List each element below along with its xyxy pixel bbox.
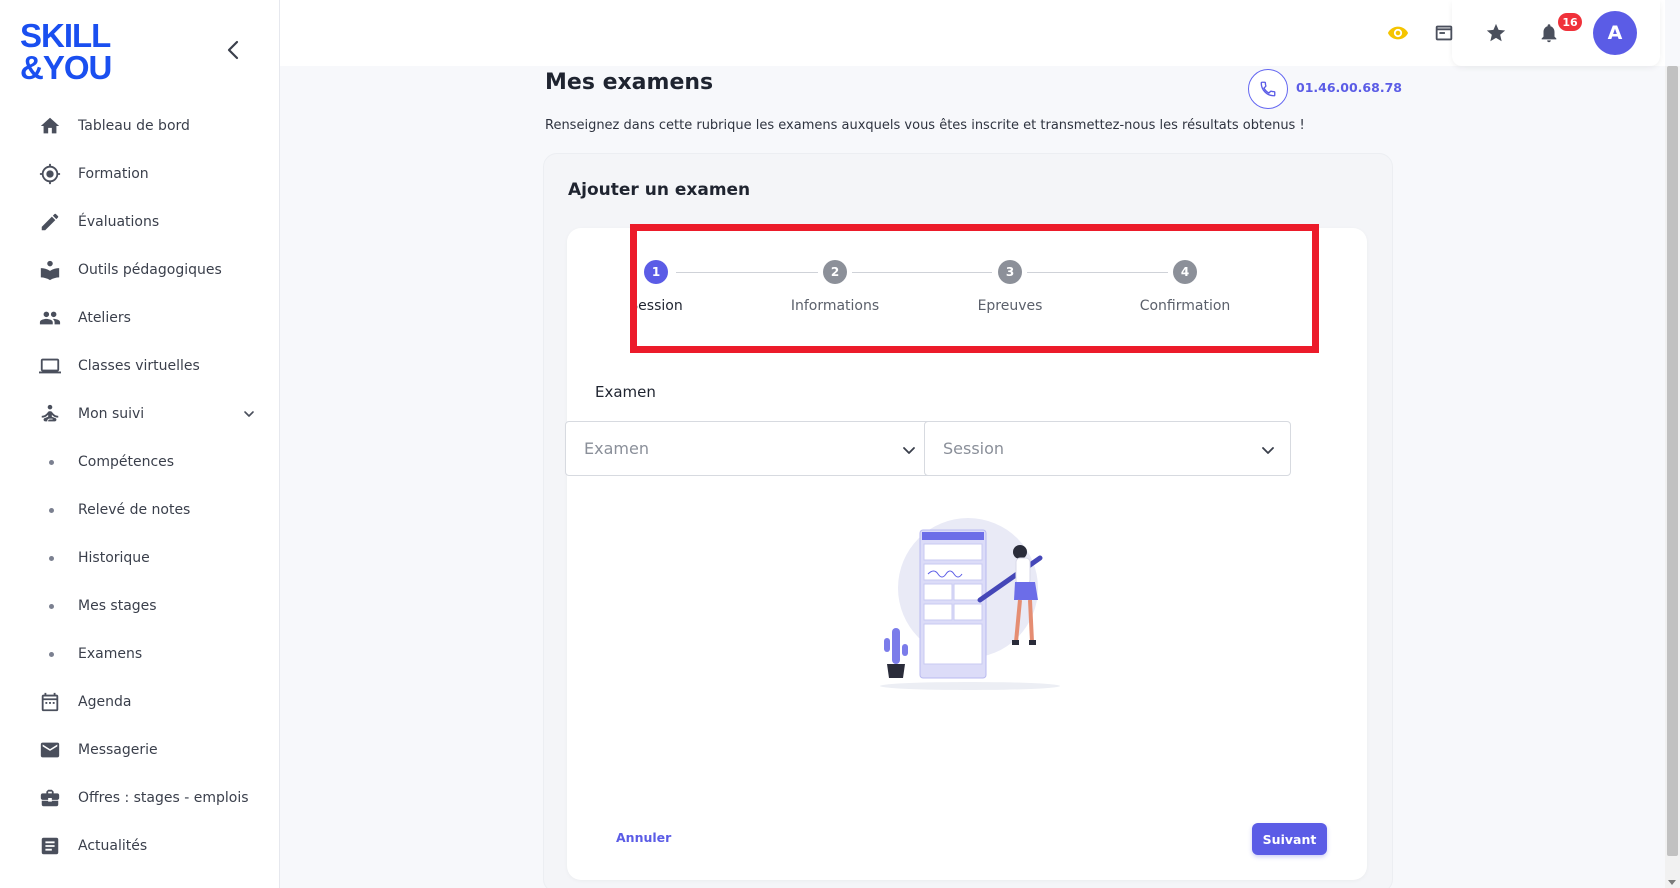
sidebar-subitem-label: Mes stages: [78, 598, 157, 614]
page-title: Mes examens: [545, 70, 714, 95]
briefcase-icon: [38, 786, 62, 810]
star-icon[interactable]: [1485, 22, 1507, 44]
next-button[interactable]: Suivant: [1252, 823, 1327, 855]
people-icon: [38, 306, 62, 330]
collapse-sidebar-button[interactable]: [222, 38, 246, 62]
exam-section-label: Examen: [595, 383, 656, 401]
exam-select-placeholder: Examen: [584, 439, 649, 458]
sidebar-item-formation[interactable]: Formation: [0, 150, 280, 198]
sidebar-item-label: Messagerie: [78, 742, 158, 758]
sidebar-subitem-competences[interactable]: Compétences: [0, 438, 280, 486]
sidebar-item-actualites[interactable]: Actualités: [0, 822, 280, 870]
meditation-icon: [38, 402, 62, 426]
sidebar-item-label: Formation: [78, 166, 149, 182]
chevron-down-icon: [903, 447, 915, 454]
stepper-highlight-box: [630, 224, 1319, 353]
session-select-placeholder: Session: [943, 439, 1005, 458]
article-icon: [38, 834, 62, 858]
brand-line-1: SKILL: [20, 17, 111, 54]
sidebar-item-label: Classes virtuelles: [78, 358, 200, 374]
phone-number[interactable]: 01.46.00.68.78: [1296, 80, 1402, 95]
bullet-dot: [49, 507, 54, 513]
sidebar-item-evaluations[interactable]: Évaluations: [0, 198, 280, 246]
sidebar-subitem-releve-de-notes[interactable]: Relevé de notes: [0, 486, 280, 534]
browser-window-icon[interactable]: [1433, 22, 1455, 44]
bell-icon[interactable]: [1538, 22, 1560, 44]
phone-button[interactable]: [1248, 69, 1288, 109]
sidebar-item-label: Actualités: [78, 838, 148, 854]
chevron-down-icon: [244, 411, 254, 417]
sidebar-item-label: Offres : stages - emplois: [78, 790, 249, 806]
home-icon: [38, 114, 62, 138]
session-select[interactable]: Session: [924, 421, 1291, 476]
cancel-button[interactable]: Annuler: [616, 830, 671, 845]
sidebar-item-label: Tableau de bord: [78, 118, 190, 134]
sidebar-item-mon-suivi[interactable]: Mon suivi: [0, 390, 280, 438]
sidebar-item-ateliers[interactable]: Ateliers: [0, 294, 280, 342]
sidebar-item-label: Évaluations: [78, 214, 160, 230]
sidebar-nav: Tableau de bord Formation Évaluations Ou…: [0, 102, 280, 870]
pencil-icon: [38, 210, 62, 234]
bullet-dot: [49, 555, 54, 561]
page-scrollbar[interactable]: [1665, 66, 1680, 888]
card-title: Ajouter un examen: [568, 180, 751, 200]
brand-line-2: &YOU: [20, 49, 112, 86]
scrollbar-thumb[interactable]: [1667, 66, 1678, 856]
phone-icon: [1260, 81, 1276, 97]
sidebar-item-agenda[interactable]: Agenda: [0, 678, 280, 726]
sidebar-subitem-label: Relevé de notes: [78, 502, 191, 518]
sidebar-item-label: Ateliers: [78, 310, 131, 326]
page-description: Renseignez dans cette rubrique les exame…: [545, 118, 1305, 133]
bullet-dot: [49, 651, 54, 657]
notification-badge: 16: [1558, 13, 1582, 31]
avatar[interactable]: A: [1593, 11, 1637, 55]
sidebar-subitem-mes-stages[interactable]: Mes stages: [0, 582, 280, 630]
reading-icon: [38, 258, 62, 282]
sidebar-item-label: Agenda: [78, 694, 132, 710]
sidebar-item-messagerie[interactable]: Messagerie: [0, 726, 280, 774]
bullet-dot: [49, 603, 54, 609]
mail-icon: [38, 738, 62, 762]
sidebar-item-offres[interactable]: Offres : stages - emplois: [0, 774, 280, 822]
target-icon: [38, 162, 62, 186]
sidebar: SKILL &YOU Tableau de bord Formation Éva…: [0, 0, 280, 888]
chevron-left-icon: [227, 40, 239, 60]
sidebar-subitem-label: Examens: [78, 646, 143, 662]
chevron-down-icon: [1262, 447, 1274, 454]
scroll-down-arrow-icon[interactable]: [1668, 880, 1676, 885]
sidebar-item-label: Mon suivi: [78, 406, 145, 422]
sidebar-subitem-label: Historique: [78, 550, 150, 566]
calendar-icon: [38, 690, 62, 714]
sidebar-subitem-historique[interactable]: Historique: [0, 534, 280, 582]
sidebar-item-outils-pedagogiques[interactable]: Outils pédagogiques: [0, 246, 280, 294]
exam-form-illustration: [880, 518, 1060, 690]
sidebar-item-classes-virtuelles[interactable]: Classes virtuelles: [0, 342, 280, 390]
brand-logo[interactable]: SKILL &YOU: [20, 17, 112, 86]
laptop-icon: [38, 354, 62, 378]
sidebar-item-label: Outils pédagogiques: [78, 262, 222, 278]
topbar: [280, 0, 1665, 66]
sidebar-subitem-examens[interactable]: Examens: [0, 630, 280, 678]
exam-select[interactable]: Examen: [565, 421, 932, 476]
sidebar-subitem-label: Compétences: [78, 454, 175, 470]
eye-icon[interactable]: [1387, 22, 1409, 44]
sidebar-item-tableau-de-bord[interactable]: Tableau de bord: [0, 102, 280, 150]
bullet-dot: [49, 459, 54, 465]
